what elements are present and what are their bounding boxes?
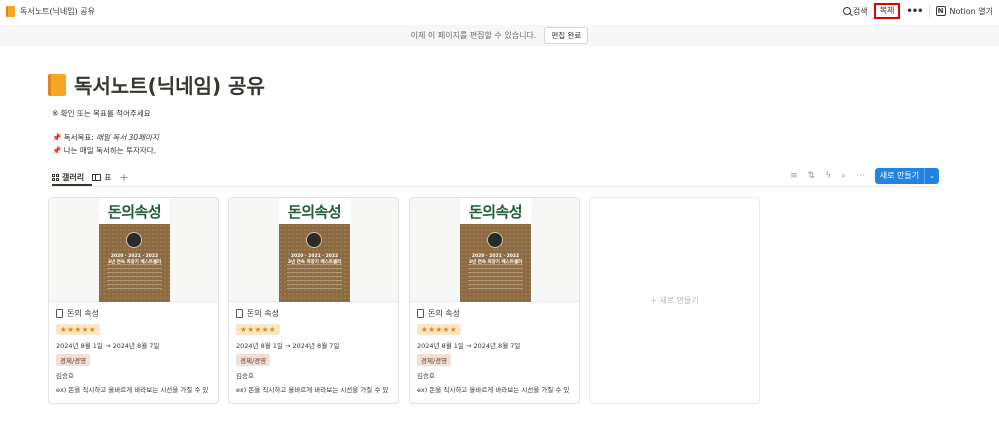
chevron-down-icon[interactable]: ⌄ xyxy=(924,168,939,184)
view-tabs: 갤러리 표 + xyxy=(52,171,129,184)
tab-table-label: 표 xyxy=(104,173,112,182)
rating-badge: ★★★★★ xyxy=(56,324,101,335)
book-cover-blurb xyxy=(287,264,342,290)
book-cover-image: 돈의속성 2020 · 2021 · 2022 3년 연속 최장기 베스트셀러 xyxy=(460,198,531,302)
page-header: 독서노트(닉네임) 공유 xyxy=(48,70,265,99)
book-icon[interactable] xyxy=(48,73,66,96)
filter-icon[interactable]: ≡ xyxy=(790,171,798,181)
edit-banner: 이제 이 페이지를 편집할 수 있습니다. 편집 완료 xyxy=(0,25,999,46)
reading-period: 2024년 8월 1일 → 2024년 8월 7일 xyxy=(56,342,160,350)
card-title-text: 돈의 속성 xyxy=(67,309,99,318)
tab-gallery-label: 갤러리 xyxy=(62,173,85,182)
page-title[interactable]: 독서노트(닉네임) 공유 xyxy=(74,70,265,99)
open-in-notion-button[interactable]: N Notion 열기 xyxy=(935,6,993,17)
more-icon[interactable]: ··· xyxy=(856,171,865,181)
author-name: 김승호 xyxy=(236,372,254,380)
author-name: 김승호 xyxy=(56,372,74,380)
book-icon xyxy=(6,5,15,17)
card-memo: ex) 돈을 직시하고 올바르게 바라보는 시선을 가질 수 있 xyxy=(236,386,389,394)
category-tag: 경제/경영 xyxy=(236,354,271,366)
card-title: 돈의 속성 xyxy=(56,308,99,319)
database-toolbar: ≡ ⇅ ϟ ⌕ ··· 새로 만들기 ⌄ xyxy=(790,168,939,184)
search-label: 검색 xyxy=(852,6,868,16)
gallery-card[interactable]: 돈의속성 2020 · 2021 · 2022 3년 연속 최장기 베스트셀러 돈… xyxy=(228,197,399,404)
top-bar: 독서노트(닉네임) 공유 검색 복제 ••• N Notion 열기 xyxy=(0,0,999,22)
gallery-card[interactable]: 돈의속성 2020 · 2021 · 2022 3년 연속 최장기 베스트셀러 돈… xyxy=(409,197,580,404)
search-icon xyxy=(842,7,851,15)
notion-logo-icon: N xyxy=(935,6,946,16)
book-cover-seal xyxy=(126,232,142,248)
divider xyxy=(928,5,930,17)
new-entry-label: 새로 만들기 xyxy=(879,171,920,180)
book-cover-seal xyxy=(306,232,322,248)
book-cover-title: 돈의속성 xyxy=(468,203,523,221)
rating-badge: ★★★★★ xyxy=(417,324,462,335)
search-icon[interactable]: ⌕ xyxy=(841,171,846,181)
search-button[interactable]: 검색 xyxy=(842,6,868,17)
book-cover-image: 돈의속성 2020 · 2021 · 2022 3년 연속 최장기 베스트셀러 xyxy=(279,198,350,302)
book-cover-blurb xyxy=(468,264,523,290)
document-icon xyxy=(56,309,63,318)
new-card-button[interactable]: + 새로 만들기 xyxy=(589,197,760,404)
add-view-button[interactable]: + xyxy=(119,171,128,184)
table-icon xyxy=(92,174,102,181)
book-cover-image: 돈의속성 2020 · 2021 · 2022 3년 연속 최장기 베스트셀러 xyxy=(99,198,170,302)
book-cover-title: 돈의속성 xyxy=(107,203,162,221)
card-memo: ex) 돈을 직시하고 올바르게 바라보는 시선을 가질 수 있 xyxy=(56,386,209,394)
gallery-icon xyxy=(52,174,59,181)
reading-period: 2024년 8월 1일 → 2024년 8월 7일 xyxy=(417,342,521,350)
document-icon xyxy=(417,309,424,318)
document-icon xyxy=(236,309,243,318)
edit-banner-message: 이제 이 페이지를 편집할 수 있습니다. xyxy=(410,31,537,40)
duplicate-button[interactable]: 복제 xyxy=(873,3,901,19)
breadcrumb[interactable]: 독서노트(닉네임) 공유 xyxy=(20,6,95,17)
reading-goal: 📌 독서목표: 매일 독서 30페이지 xyxy=(52,132,159,143)
topbar-actions: 검색 복제 ••• N Notion 열기 xyxy=(842,0,993,22)
card-title: 돈의 속성 xyxy=(417,308,460,319)
card-cover: 돈의속성 2020 · 2021 · 2022 3년 연속 최장기 베스트셀러 xyxy=(229,198,398,302)
instruction-text: ※ 확인 또는 목표를 적어주세요 xyxy=(52,109,151,118)
open-in-notion-label: Notion 열기 xyxy=(949,6,993,16)
book-cover-blurb xyxy=(107,264,162,290)
sort-icon[interactable]: ⇅ xyxy=(808,171,816,181)
author-name: 김승호 xyxy=(417,372,435,380)
category-tag: 경제/경영 xyxy=(56,354,91,366)
rating-badge: ★★★★★ xyxy=(236,324,281,335)
card-title-text: 돈의 속성 xyxy=(247,309,279,318)
card-title-text: 돈의 속성 xyxy=(428,309,460,318)
reading-goal-label: 📌 독서목표: xyxy=(52,133,97,142)
tab-table[interactable]: 표 xyxy=(92,172,111,183)
tab-gallery[interactable]: 갤러리 xyxy=(52,172,84,183)
card-memo: ex) 돈을 직시하고 올바르게 바라보는 시선을 가질 수 있 xyxy=(417,386,570,394)
category-tag: 경제/경영 xyxy=(417,354,452,366)
reading-period: 2024년 8월 1일 → 2024년 8월 7일 xyxy=(236,342,340,350)
card-cover: 돈의속성 2020 · 2021 · 2022 3년 연속 최장기 베스트셀러 xyxy=(49,198,218,302)
gallery-card[interactable]: 돈의속성 2020 · 2021 · 2022 3년 연속 최장기 베스트셀러 돈… xyxy=(48,197,219,404)
book-cover-title: 돈의속성 xyxy=(287,203,342,221)
book-cover-seal xyxy=(487,232,503,248)
new-entry-button[interactable]: 새로 만들기 ⌄ xyxy=(874,168,939,184)
tabs-divider xyxy=(48,186,941,187)
more-options-icon[interactable]: ••• xyxy=(906,6,923,17)
card-title: 돈의 속성 xyxy=(236,308,279,319)
automation-icon[interactable]: ϟ xyxy=(825,171,831,181)
finish-editing-button[interactable]: 편집 완료 xyxy=(544,27,589,44)
card-cover: 돈의속성 2020 · 2021 · 2022 3년 연속 최장기 베스트셀러 xyxy=(410,198,579,302)
motto-text: 📌 나는 매일 독서하는 투자자다. xyxy=(52,146,157,155)
reading-goal-value: 매일 독서 30페이지 xyxy=(96,133,159,142)
